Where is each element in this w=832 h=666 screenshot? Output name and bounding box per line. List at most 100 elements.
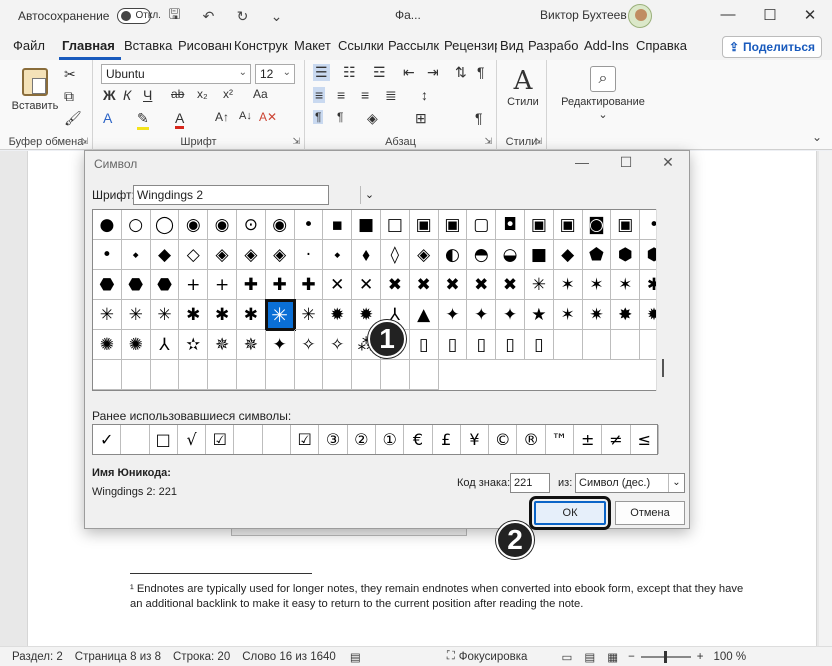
- symbol-cell[interactable]: ◉: [179, 210, 209, 240]
- symbol-cell[interactable]: ◈: [409, 240, 439, 270]
- symbol-cell[interactable]: ▣: [611, 210, 641, 240]
- symbol-cell[interactable]: ▢: [467, 210, 497, 240]
- symbol-cell[interactable]: □: [380, 210, 410, 240]
- symbol-cell[interactable]: ◈: [265, 240, 295, 270]
- increase-indent-icon[interactable]: ⇥: [427, 64, 439, 81]
- font-name-combo[interactable]: Ubuntu ⌄: [101, 64, 251, 84]
- align-left-icon[interactable]: ≡: [313, 87, 326, 103]
- tab-design[interactable]: Конструк: [231, 32, 291, 60]
- print-layout-icon[interactable]: ▤: [584, 650, 595, 664]
- symbol-cell[interactable]: ✳: [294, 300, 324, 330]
- symbol-cell[interactable]: ✕: [323, 270, 353, 300]
- symbol-cell[interactable]: ◉: [265, 210, 295, 240]
- symbol-cell[interactable]: ✖: [467, 270, 497, 300]
- symbol-cell[interactable]: [93, 360, 122, 390]
- from-select[interactable]: Символ (дес.) ⌄: [575, 473, 685, 493]
- symbol-cell[interactable]: ✳: [524, 270, 554, 300]
- tab-help[interactable]: Справка: [633, 32, 689, 60]
- subscript-button[interactable]: x₂: [197, 87, 208, 101]
- underline-button[interactable]: Ч: [143, 87, 152, 103]
- symbol-cell[interactable]: ◉: [208, 210, 237, 240]
- shrink-font-button[interactable]: A↓: [239, 110, 252, 122]
- zoom-slider[interactable]: [640, 650, 691, 663]
- recent-symbol-cell[interactable]: ③: [319, 425, 348, 454]
- user-name[interactable]: Виктор Бухтеев: [540, 8, 627, 22]
- highlight-button[interactable]: ✎: [137, 110, 149, 130]
- symbol-cell[interactable]: •: [93, 240, 122, 270]
- tab-review[interactable]: Рецензир: [441, 32, 497, 60]
- symbol-cell[interactable]: ✖: [496, 270, 525, 300]
- symbol-cell[interactable]: ▯: [524, 330, 554, 360]
- maximize-icon[interactable]: ☐: [760, 6, 780, 24]
- read-mode-icon[interactable]: ▭: [561, 650, 572, 664]
- symbol-cell[interactable]: ✦: [265, 330, 295, 360]
- recent-symbol-cell[interactable]: □: [150, 425, 178, 454]
- symbol-cell[interactable]: ◇: [179, 240, 209, 270]
- status-line[interactable]: Строка: 20: [173, 651, 230, 663]
- tab-draw[interactable]: Рисовани: [175, 32, 231, 60]
- recent-symbol-cell[interactable]: ≤: [631, 425, 659, 454]
- focus-icon[interactable]: ⛶: [447, 650, 455, 663]
- recent-symbol-cell[interactable]: √: [178, 425, 207, 454]
- symbol-cell[interactable]: ▯: [467, 330, 497, 360]
- tab-references[interactable]: Ссылки: [335, 32, 385, 60]
- recent-symbol-cell[interactable]: ≠: [602, 425, 631, 454]
- symbol-cell[interactable]: ✱: [208, 300, 237, 330]
- clipboard-launcher-icon[interactable]: ⇲: [80, 136, 88, 147]
- recent-symbol-cell[interactable]: ✓: [93, 425, 122, 454]
- symbol-cell[interactable]: ◓: [467, 240, 497, 270]
- tab-file[interactable]: Файл: [10, 32, 59, 60]
- char-code-input[interactable]: 221: [510, 473, 550, 493]
- tab-home[interactable]: Главная: [59, 32, 121, 60]
- symbol-cell[interactable]: ◘: [496, 210, 525, 240]
- symbol-cell[interactable]: ✷: [582, 300, 612, 330]
- status-page[interactable]: Страница 8 из 8: [75, 651, 161, 663]
- symbol-cell-selected[interactable]: ✳: [264, 299, 296, 331]
- symbol-cell[interactable]: ■: [524, 240, 554, 270]
- ok-button[interactable]: ОК: [529, 496, 611, 530]
- symbol-cell[interactable]: [179, 360, 209, 390]
- customize-icon[interactable]: ⌄: [265, 8, 287, 25]
- symbol-cell[interactable]: ✳: [150, 300, 180, 330]
- symbol-cell[interactable]: ✸: [611, 300, 641, 330]
- symbol-cell[interactable]: ▲: [409, 300, 439, 330]
- vertical-scrollbar[interactable]: [819, 151, 832, 646]
- symbol-cell[interactable]: ✧: [323, 330, 353, 360]
- symbol-cell[interactable]: ✕: [352, 270, 381, 300]
- superscript-button[interactable]: x²: [223, 87, 233, 101]
- tab-insert[interactable]: Вставка: [121, 32, 175, 60]
- symbol-cell[interactable]: [208, 360, 237, 390]
- recent-symbol-cell[interactable]: €: [404, 425, 433, 454]
- symbol-cell[interactable]: •: [294, 210, 324, 240]
- symbol-cell[interactable]: ✶: [553, 300, 583, 330]
- symbol-cell[interactable]: ✳: [121, 300, 151, 330]
- symbol-cell[interactable]: [323, 360, 353, 390]
- tab-view[interactable]: Вид: [497, 32, 525, 60]
- symbol-cell[interactable]: ✖: [438, 270, 468, 300]
- share-button[interactable]: ⇪ Поделиться: [722, 36, 822, 58]
- font-select[interactable]: Wingdings 2 ⌄: [133, 185, 374, 205]
- symbol-cell[interactable]: ✦: [438, 300, 468, 330]
- borders-icon[interactable]: ⊞: [415, 110, 427, 127]
- recent-symbol-cell[interactable]: £: [433, 425, 461, 454]
- symbol-cell[interactable]: [611, 330, 641, 360]
- paste-button[interactable]: Вставить: [10, 68, 60, 112]
- symbol-cell[interactable]: ✧: [294, 330, 324, 360]
- zoom-out-icon[interactable]: −: [628, 651, 635, 663]
- recent-symbol-cell[interactable]: ①: [376, 425, 405, 454]
- symbol-cell[interactable]: [380, 360, 410, 390]
- symbol-cell[interactable]: ▣: [524, 210, 554, 240]
- symbol-cell[interactable]: ✖: [409, 270, 439, 300]
- italic-button[interactable]: К: [123, 87, 131, 103]
- symbol-cell[interactable]: ✱: [236, 300, 266, 330]
- scrollbar-thumb[interactable]: [662, 359, 664, 377]
- symbol-cell[interactable]: ✚: [265, 270, 295, 300]
- zoom-slider-thumb[interactable]: [663, 650, 667, 663]
- format-painter-icon[interactable]: 🖌: [64, 110, 82, 127]
- symbol-cell[interactable]: ▪: [323, 210, 353, 240]
- pilcrow-icon[interactable]: ¶: [475, 110, 483, 126]
- paragraph-launcher-icon[interactable]: ⇲: [484, 136, 492, 147]
- symbol-cell[interactable]: ⬟: [582, 240, 612, 270]
- justify-icon[interactable]: ≣: [385, 87, 397, 104]
- bullets-icon[interactable]: ☰: [313, 64, 330, 81]
